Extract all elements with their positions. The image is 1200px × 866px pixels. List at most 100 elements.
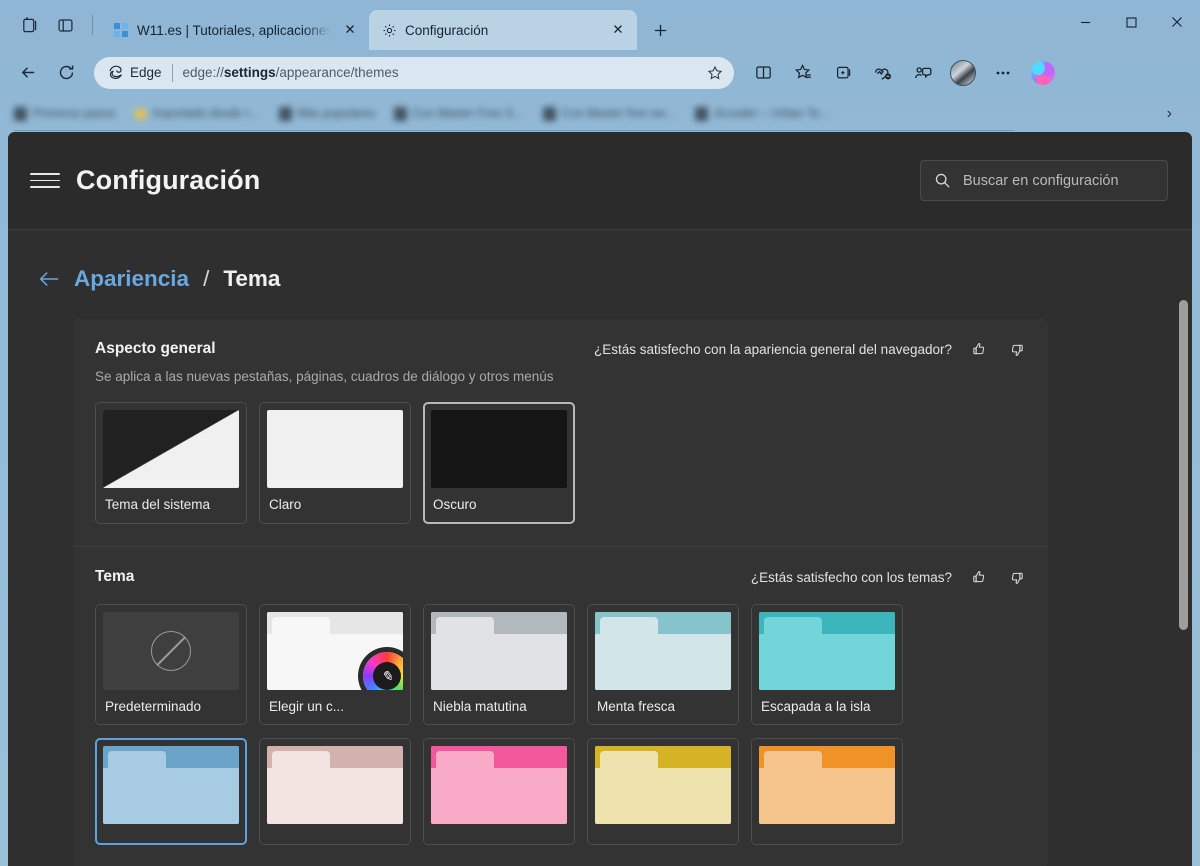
browser-toolbar: Edge edge://settings/appearance/themes xyxy=(0,50,1200,95)
omnibox-url[interactable]: edge://settings/appearance/themes xyxy=(183,65,702,80)
copilot-icon[interactable] xyxy=(1026,56,1060,90)
thumbs-down-icon[interactable] xyxy=(1006,567,1026,587)
theme-card-orange[interactable] xyxy=(751,738,903,845)
feedback-question: ¿Estás satisfecho con los temas? xyxy=(750,569,952,585)
tab-actions-icon[interactable] xyxy=(48,8,82,42)
settings-more-icon[interactable] xyxy=(986,56,1020,90)
preview-tab xyxy=(436,617,494,634)
theme-card-elegir-color[interactable]: ✎ Elegir un c... xyxy=(259,604,411,725)
bookmark-item[interactable]: Acceder – Urban Te… xyxy=(695,106,832,121)
window-controls xyxy=(1062,0,1200,44)
breadcrumb-parent[interactable]: Apariencia xyxy=(74,266,189,292)
split-screen-icon[interactable] xyxy=(746,56,780,90)
feedback-group: ¿Estás satisfecho con la apariencia gene… xyxy=(594,339,1026,359)
bookmark-item[interactable]: Con Master Free S… xyxy=(393,106,525,121)
theme-card-escapada-a-la-isla[interactable]: Escapada a la isla xyxy=(751,604,903,725)
appearance-option-system[interactable]: Tema del sistema xyxy=(95,402,247,524)
page-scrollbar[interactable] xyxy=(1177,230,1191,866)
theme-preview xyxy=(103,612,239,690)
bookmark-label: Más populares xyxy=(297,107,376,120)
star-icon xyxy=(133,107,147,120)
preview-system-theme xyxy=(103,410,239,488)
theme-card-niebla-matutina[interactable]: Niebla matutina xyxy=(423,604,575,725)
section-header: Aspecto general ¿Estás satisfecho con la… xyxy=(95,339,1026,359)
preview-body xyxy=(431,768,567,824)
address-bar[interactable]: Edge edge://settings/appearance/themes xyxy=(94,56,734,89)
breadcrumb-separator: / xyxy=(203,266,210,291)
bookmark-item[interactable]: Más populares xyxy=(278,106,376,121)
new-tab-button[interactable] xyxy=(643,13,677,47)
scrollbar-thumb[interactable] xyxy=(1179,300,1188,630)
thumbs-down-icon[interactable] xyxy=(1006,339,1026,359)
browser-essentials-icon[interactable] xyxy=(866,56,900,90)
preview-body xyxy=(595,634,731,690)
bookmark-label: Con Master Free S… xyxy=(412,107,525,120)
theme-card-rose[interactable] xyxy=(259,738,411,845)
theme-card-menta-fresca[interactable]: Menta fresca xyxy=(587,604,739,725)
preview-body xyxy=(267,768,403,824)
breadcrumb-current: Tema xyxy=(223,266,281,291)
maximize-button[interactable] xyxy=(1108,0,1154,44)
back-arrow-icon[interactable] xyxy=(38,270,60,288)
tab-title: Configuración xyxy=(405,22,489,38)
section-tema: Tema ¿Estás satisfecho con los temas? Pr… xyxy=(73,546,1048,866)
tab-configuracion[interactable]: Configuración ✕ xyxy=(369,10,637,50)
preview-body xyxy=(759,634,895,690)
favorites-icon[interactable] xyxy=(786,56,820,90)
bookmark-label: Acceder – Urban Te… xyxy=(714,107,832,120)
bookmark-item[interactable]: Importado desde I… xyxy=(133,107,261,120)
preview-body xyxy=(759,768,895,824)
minimize-button[interactable] xyxy=(1062,0,1108,44)
theme-label xyxy=(431,824,567,843)
tab-close-button[interactable]: ✕ xyxy=(607,19,629,41)
settings-page: Configuración Buscar en configuración Ap… xyxy=(8,132,1192,866)
omnibox-brand-label: Edge xyxy=(130,65,162,80)
theme-label: Escapada a la isla xyxy=(761,699,871,714)
copilot-chat-icon[interactable] xyxy=(906,56,940,90)
thumbs-up-icon[interactable] xyxy=(969,567,989,587)
tab-list: W11.es | Tutoriales, aplicaciones y ✕ Co… xyxy=(101,0,677,50)
theme-card-predeterminado[interactable]: Predeterminado xyxy=(95,604,247,725)
section-subtitle: Se aplica a las nuevas pestañas, páginas… xyxy=(95,369,554,384)
page-icon xyxy=(14,106,27,121)
hamburger-icon[interactable] xyxy=(30,166,60,196)
settings-header: Configuración Buscar en configuración xyxy=(8,132,1192,230)
theme-preview xyxy=(595,612,731,690)
theme-label xyxy=(267,824,403,843)
theme-card-pink[interactable] xyxy=(423,738,575,845)
page-icon xyxy=(542,106,556,121)
copilot-pages-icon[interactable] xyxy=(12,8,46,42)
bookmark-item[interactable]: Con Master free we… xyxy=(542,106,678,121)
option-label: Oscuro xyxy=(433,497,477,512)
theme-card-yellow[interactable] xyxy=(587,738,739,845)
bookmark-label: Con Master free we… xyxy=(561,107,678,120)
back-button[interactable] xyxy=(10,55,46,91)
reload-button[interactable] xyxy=(48,55,84,91)
preview-body xyxy=(431,634,567,690)
url-prefix: edge:// xyxy=(182,65,224,80)
theme-preview: ✎ xyxy=(267,612,403,690)
thumbs-up-icon[interactable] xyxy=(969,339,989,359)
tab-w11es[interactable]: W11.es | Tutoriales, aplicaciones y ✕ xyxy=(101,10,369,50)
preview-dark-theme xyxy=(431,410,567,488)
theme-preview xyxy=(267,746,403,824)
profile-avatar[interactable] xyxy=(946,56,980,90)
tab-close-button[interactable]: ✕ xyxy=(339,19,361,41)
gear-icon xyxy=(381,22,397,38)
collections-icon[interactable] xyxy=(826,56,860,90)
star-icon[interactable] xyxy=(702,60,728,86)
preview-tab xyxy=(108,751,166,768)
bookmarks-divider xyxy=(14,130,1014,131)
theme-card-blue[interactable] xyxy=(95,738,247,845)
bookmark-label: Primeros pasos xyxy=(33,107,116,120)
chevron-right-icon[interactable]: › xyxy=(1167,105,1172,123)
appearance-option-dark[interactable]: Oscuro xyxy=(423,402,575,524)
close-button[interactable] xyxy=(1154,0,1200,44)
theme-preview xyxy=(759,612,895,690)
search-input[interactable]: Buscar en configuración xyxy=(920,160,1168,201)
breadcrumb: Apariencia / Tema xyxy=(8,230,1192,292)
appearance-option-light[interactable]: Claro xyxy=(259,402,411,524)
bookmark-item[interactable]: Primeros pasos xyxy=(14,106,116,121)
theme-label: Predeterminado xyxy=(105,699,202,714)
section-aspecto-general: Aspecto general ¿Estás satisfecho con la… xyxy=(73,319,1048,546)
